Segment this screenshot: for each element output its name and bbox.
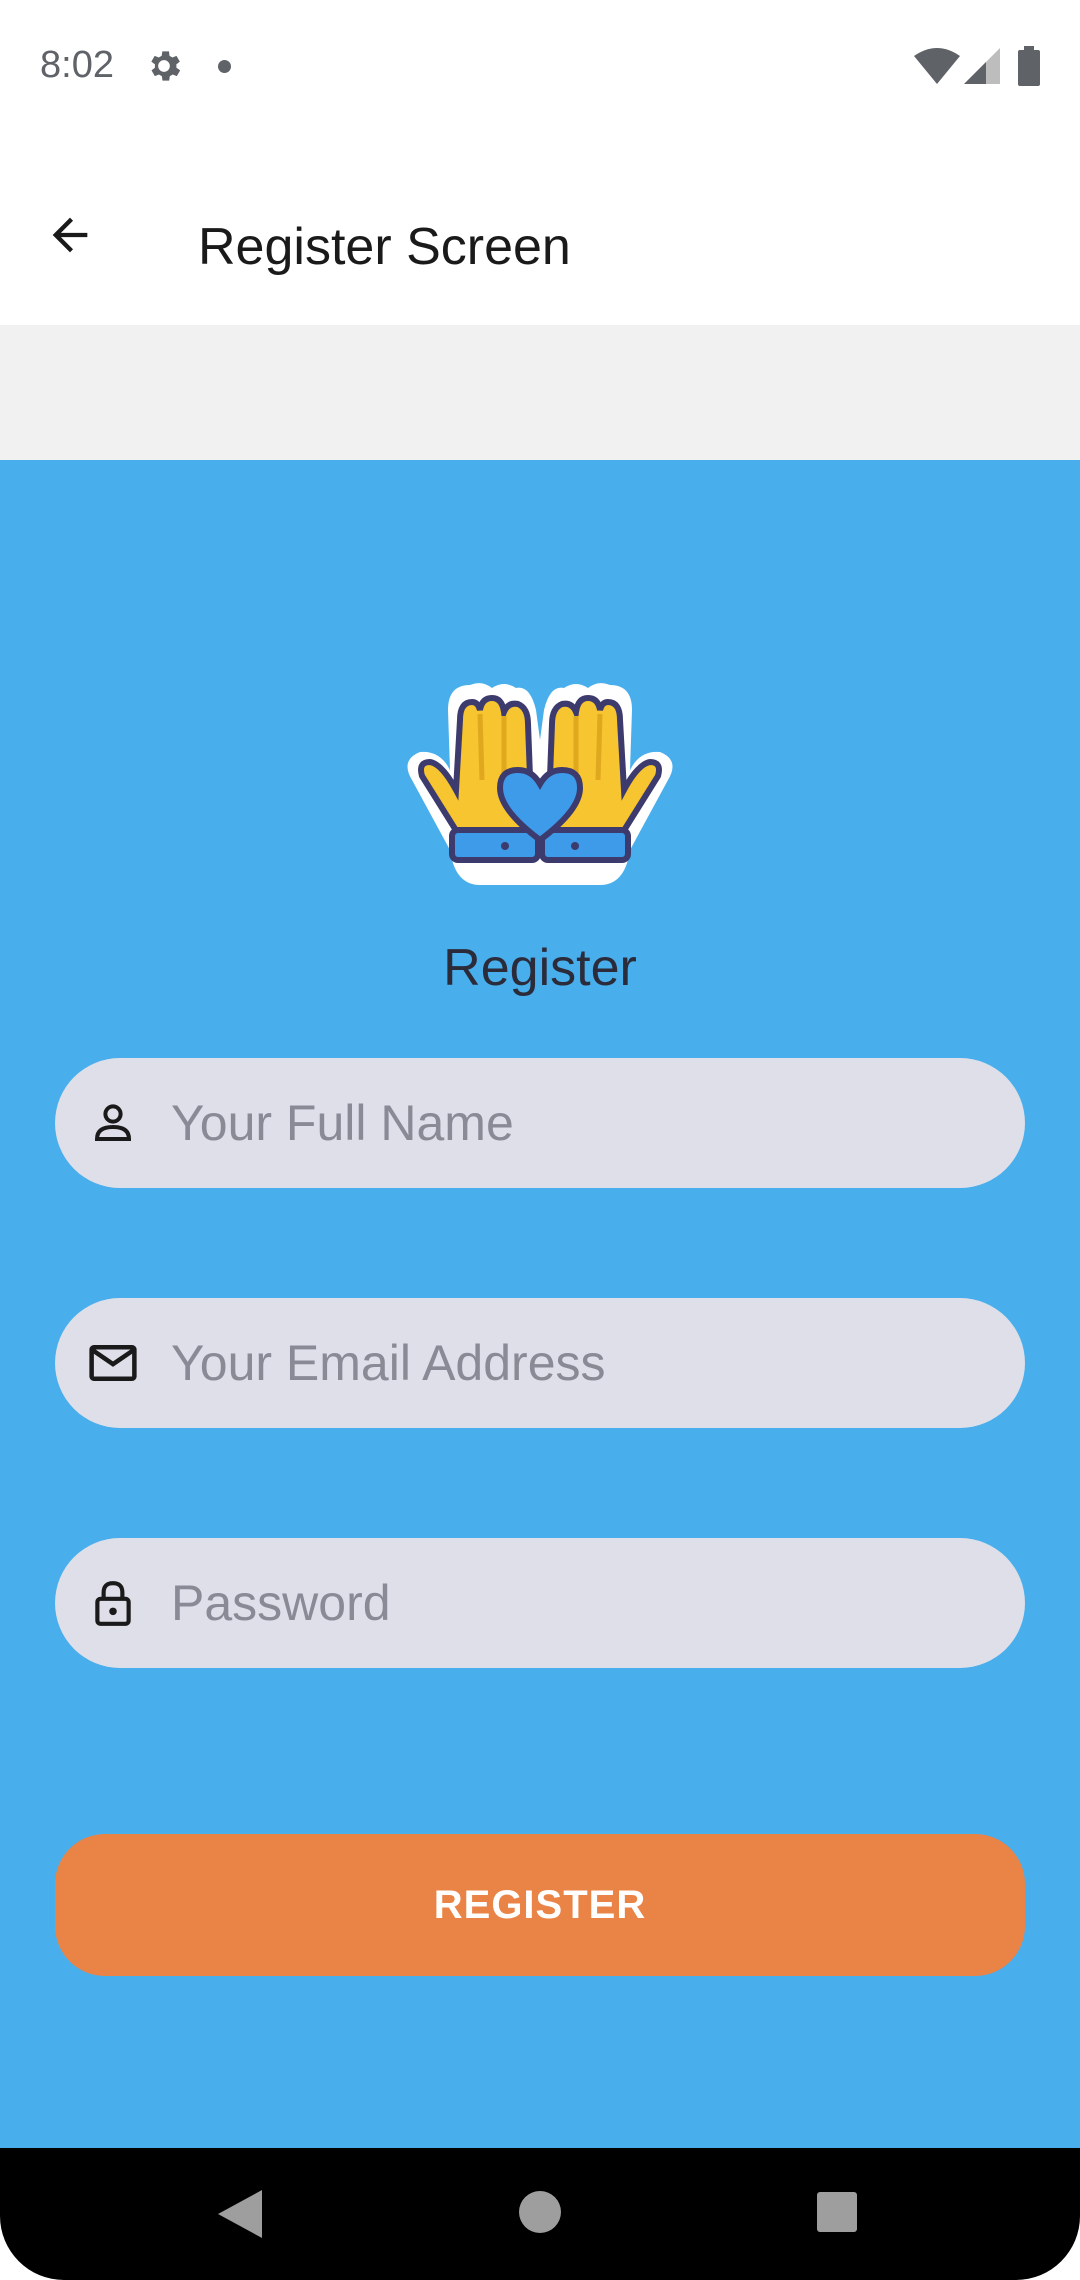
password-field (55, 1538, 1025, 1668)
back-button[interactable] (30, 195, 110, 275)
arrow-left-icon (52, 217, 88, 253)
email-field (55, 1298, 1025, 1428)
header-spacer (0, 325, 1080, 460)
mail-icon (83, 1333, 143, 1393)
app-bar: Register Screen (0, 135, 1080, 325)
register-heading: Register (443, 939, 637, 997)
battery-icon (1018, 46, 1040, 86)
person-icon (83, 1093, 143, 1153)
register-button[interactable]: REGISTER (55, 1834, 1025, 1976)
full-name-input[interactable] (171, 1058, 991, 1188)
notification-dot-icon (218, 60, 231, 73)
register-panel: Register REGISTER (0, 460, 1080, 2148)
wifi-icon (914, 48, 960, 84)
nav-recents-icon[interactable] (817, 2192, 857, 2232)
nav-back-icon[interactable] (218, 2190, 262, 2238)
system-nav-bar (0, 2148, 1080, 2280)
status-bar: 8:02 (0, 0, 1080, 135)
signal-icon (964, 48, 1000, 84)
full-name-field (55, 1058, 1025, 1188)
hands-heart-logo (407, 683, 673, 885)
lock-icon (83, 1573, 143, 1633)
password-input[interactable] (171, 1538, 991, 1668)
nav-home-icon[interactable] (519, 2191, 561, 2233)
gear-icon (151, 51, 181, 81)
email-input[interactable] (171, 1298, 991, 1428)
page-title: Register Screen (198, 218, 571, 276)
status-time: 8:02 (40, 44, 114, 86)
